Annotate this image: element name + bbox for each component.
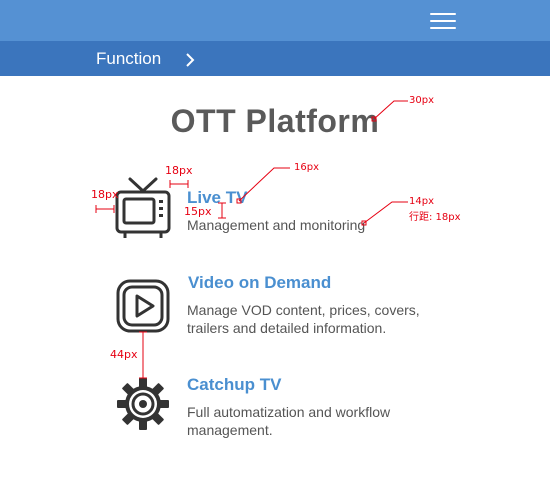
- gear-icon: [117, 378, 169, 430]
- tv-icon: [115, 177, 171, 238]
- annotation-icon-side: 18px: [91, 188, 119, 201]
- feature-desc-vod: Manage VOD content, prices, covers, trai…: [187, 302, 420, 336]
- feature-title-catchup-tv[interactable]: Catchup TV: [187, 375, 281, 395]
- breadcrumb-label[interactable]: Function: [96, 49, 161, 69]
- annotation-desc-size: 14px: [409, 196, 434, 207]
- top-bar: [0, 0, 550, 41]
- hamburger-menu-icon[interactable]: [430, 11, 456, 31]
- feature-title-vod[interactable]: Video on Demand: [188, 273, 331, 293]
- breadcrumb-bar: Function: [0, 41, 550, 76]
- annotation-desc-line-height: 行距: 18px: [409, 212, 461, 223]
- play-icon: [116, 279, 170, 333]
- chevron-right-icon[interactable]: [184, 51, 196, 69]
- annotation-title-desc-gap: 15px: [184, 205, 212, 218]
- page-title: OTT Platform: [170, 103, 380, 139]
- annotation-icon-gap: 18px: [165, 164, 193, 177]
- annotation-feature-spacing: 44px: [110, 348, 138, 361]
- feature-desc-catchup-tv: Full automatization and workflow managem…: [187, 404, 391, 438]
- annotation-feature-title-size: 16px: [294, 162, 319, 173]
- annotation-title-size: 30px: [409, 95, 434, 106]
